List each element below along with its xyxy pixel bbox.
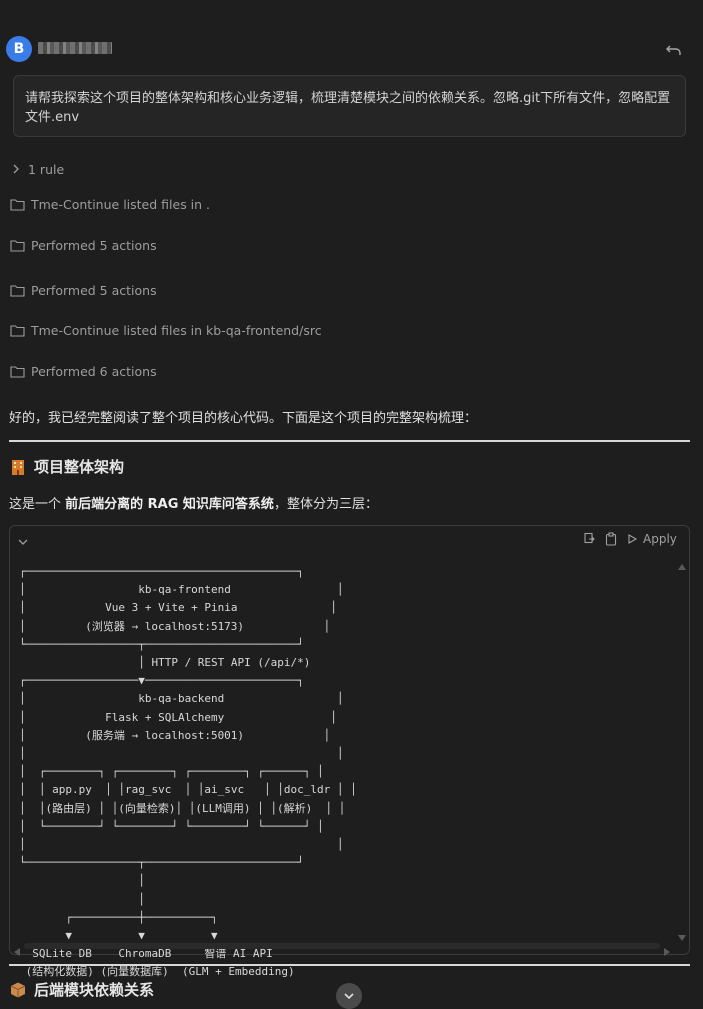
scroll-left-icon[interactable] (13, 942, 21, 961)
step-label: Performed 5 actions (31, 282, 157, 298)
rules-toggle[interactable]: 1 rule (10, 160, 64, 178)
step-label: Performed 5 actions (31, 237, 157, 253)
scroll-up-icon[interactable] (677, 556, 687, 575)
step-label: Tme-Continue listed files in kb-qa-front… (31, 322, 322, 338)
folder-icon (10, 365, 25, 378)
scroll-to-bottom-button[interactable] (336, 983, 362, 1009)
step-label: Performed 6 actions (31, 363, 157, 379)
chevron-down-icon (344, 993, 354, 1000)
avatar-letter: B (13, 41, 25, 57)
building-icon (12, 459, 24, 475)
section-title: 后端模块依赖关系 (34, 981, 155, 999)
step-label: Tme-Continue listed files in . (31, 196, 211, 212)
horizontal-scrollbar[interactable] (24, 943, 660, 949)
folder-icon (10, 239, 25, 252)
collapse-chevron-icon[interactable] (17, 533, 29, 552)
step-item-1[interactable]: Tme-Continue listed files in . (10, 195, 210, 213)
step-item-3[interactable]: Performed 5 actions (10, 281, 157, 299)
folder-icon (10, 198, 25, 211)
copy-icon[interactable] (582, 532, 596, 546)
apply-button[interactable]: Apply (643, 532, 677, 546)
step-item-2[interactable]: Performed 5 actions (10, 236, 157, 254)
folder-icon (10, 324, 25, 337)
response-description: 这是一个 前后端分离的 RAG 知识库问答系统，整体分为三层： (9, 493, 378, 512)
divider (9, 440, 690, 442)
avatar: B (6, 36, 32, 62)
desc-prefix: 这是一个 (9, 497, 66, 512)
undo-icon[interactable] (664, 40, 684, 60)
user-prompt-box[interactable]: 请帮我探索这个项目的整体架构和核心业务逻辑，梳理清楚模块之间的依赖关系。忽略.g… (13, 75, 686, 137)
scroll-down-icon[interactable] (677, 927, 687, 946)
play-icon[interactable] (626, 533, 638, 545)
section-heading-architecture: 项目整体架构 (9, 456, 124, 477)
divider (9, 964, 690, 966)
section-heading-backend-deps: 后端模块依赖关系 (9, 979, 154, 1000)
user-prompt-text: 请帮我探索这个项目的整体架构和核心业务逻辑，梳理清楚模块之间的依赖关系。忽略.g… (25, 91, 671, 125)
desc-bold: 前后端分离的 RAG 知识库问答系统 (65, 497, 274, 512)
package-icon (10, 982, 26, 997)
section-title: 项目整体架构 (34, 458, 125, 476)
username-redacted (38, 42, 112, 54)
desc-suffix: ，整体分为三层： (273, 497, 378, 512)
folder-icon (10, 284, 25, 297)
chevron-right-icon (13, 164, 19, 174)
architecture-diagram: ┌───────────────────────────────────────… (19, 565, 357, 979)
code-actions: Apply (582, 531, 677, 547)
response-intro: 好的，我已经完整阅读了整个项目的核心代码。下面是这个项目的完整架构梳理： (9, 411, 478, 426)
rules-label: 1 rule (28, 161, 65, 177)
scroll-right-icon[interactable] (663, 942, 671, 961)
clipboard-icon[interactable] (604, 532, 618, 546)
step-item-4[interactable]: Tme-Continue listed files in kb-qa-front… (10, 321, 322, 339)
step-item-5[interactable]: Performed 6 actions (10, 362, 157, 380)
